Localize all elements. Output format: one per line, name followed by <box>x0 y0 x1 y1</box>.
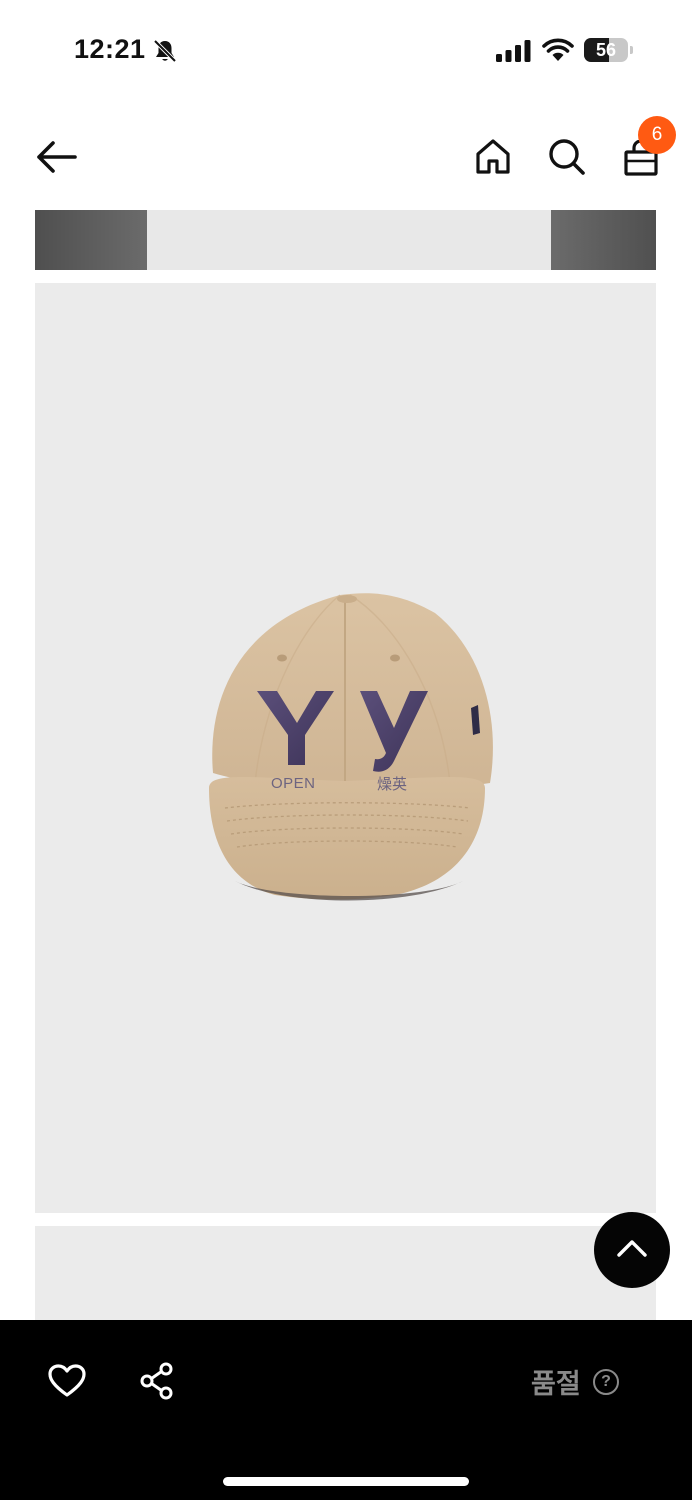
battery-level: 56 <box>595 40 617 60</box>
top-nav <box>0 110 692 206</box>
status-time: 12:21 <box>74 34 146 64</box>
help-icon[interactable]: ? <box>593 1369 619 1395</box>
heart-icon[interactable] <box>48 1364 86 1398</box>
status-bar: 12:21 56 <box>0 0 692 100</box>
home-indicator <box>223 1477 469 1486</box>
scroll-to-top-button[interactable] <box>594 1212 670 1288</box>
sold-out-label: 품절 <box>531 1369 581 1399</box>
back-arrow-icon[interactable] <box>36 138 78 176</box>
cap-label-left: OPEN <box>271 775 316 792</box>
cap-label-right: 燥英 <box>377 776 408 793</box>
cellular-signal-icon <box>496 40 531 62</box>
product-image-cap: OPEN 燥英 <box>35 283 656 1213</box>
product-image-previous <box>35 210 656 270</box>
product-image-next <box>35 1226 656 1326</box>
wifi-icon <box>542 38 574 61</box>
share-icon[interactable] <box>139 1362 175 1400</box>
home-icon[interactable] <box>475 138 511 174</box>
bottom-action-bar <box>0 1320 692 1500</box>
battery-icon: 56 <box>584 38 633 62</box>
bell-slash-icon <box>153 39 177 63</box>
cart-count-badge: 6 <box>638 116 676 154</box>
chevron-up-icon <box>617 1240 647 1257</box>
cap-illustration <box>209 593 493 901</box>
search-icon[interactable] <box>547 137 587 177</box>
